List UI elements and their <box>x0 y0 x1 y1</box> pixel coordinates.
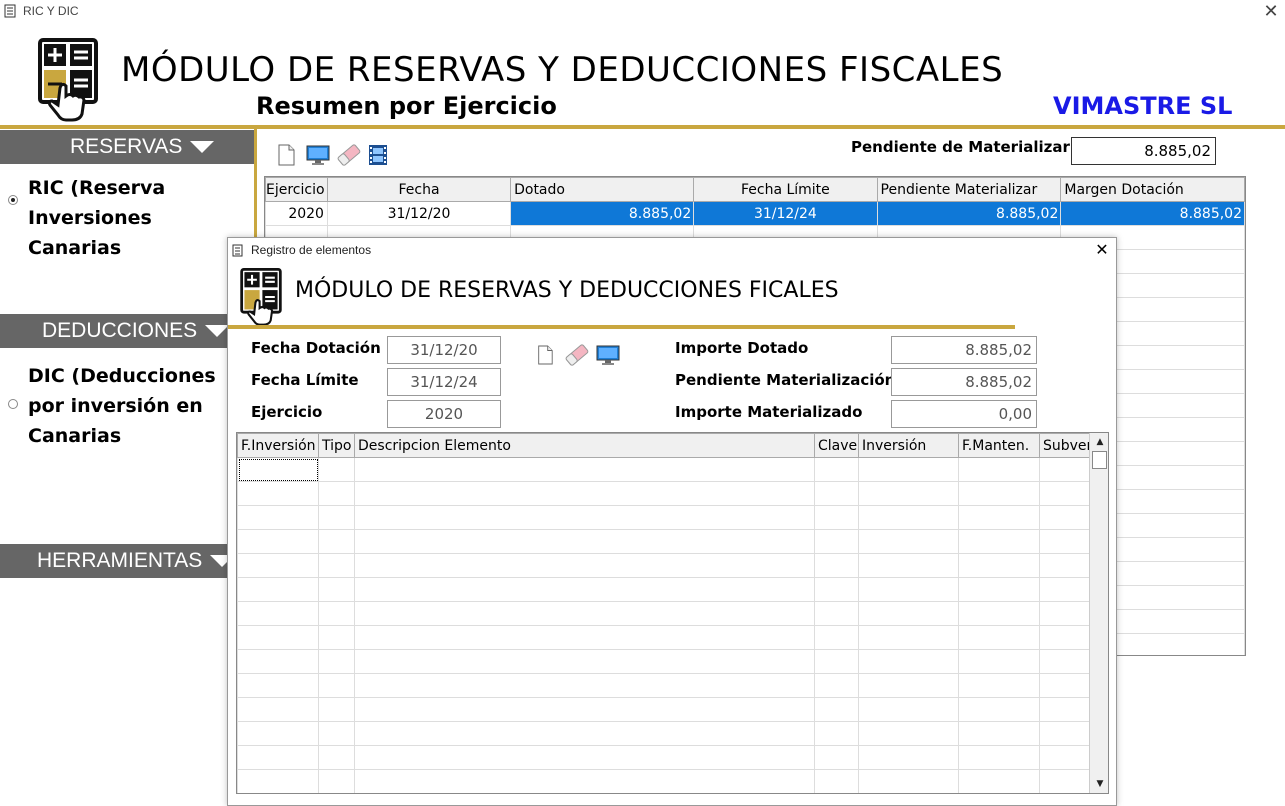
pendiente-label: Pendiente de Materializar <box>851 138 1070 156</box>
scroll-thumb[interactable] <box>1092 451 1107 469</box>
fecha-limite-field[interactable]: 31/12/24 <box>387 368 501 396</box>
col-header-fecha-limite[interactable]: Fecha Límite <box>693 177 878 202</box>
table-row[interactable] <box>237 457 1105 482</box>
monitor-icon[interactable] <box>596 344 620 366</box>
table-row[interactable] <box>237 553 1105 578</box>
new-document-icon[interactable] <box>536 344 554 366</box>
sidebar-item-dic[interactable]: DIC (Deducciones por inversión en Canari… <box>28 361 226 451</box>
grid-header-row: Ejercicio Fecha Dotado Fecha Límite Pend… <box>265 177 1245 202</box>
sidebar-section-label: HERRAMIENTAS <box>37 549 203 572</box>
col-header-dotado[interactable]: Dotado <box>510 177 695 202</box>
table-row[interactable] <box>237 625 1105 650</box>
col-header-descripcion[interactable]: Descripcion Elemento <box>354 433 815 458</box>
cell-margen-dotacion[interactable]: 8.885,02 <box>1060 201 1245 226</box>
fecha-dotacion-label: Fecha Dotación <box>251 339 381 357</box>
window-titlebar: RIC Y DIC ✕ <box>0 0 1285 24</box>
table-row[interactable] <box>237 505 1105 530</box>
dialog-divider <box>228 325 1015 329</box>
pendiente-materializacion-field[interactable]: 8.885,02 <box>891 368 1037 396</box>
sidebar-item-ric[interactable]: RIC (Reserva Inversiones Canarias <box>28 173 238 263</box>
vertical-scrollbar[interactable]: ▲ ▼ <box>1089 433 1108 793</box>
registro-elementos-dialog: Registro de elementos ✕ MÓDULO DE RESERV… <box>227 237 1117 806</box>
header-divider <box>0 125 1285 129</box>
elementos-grid[interactable]: F.Inversión Tipo Descripcion Elemento Cl… <box>236 432 1109 794</box>
app-icon <box>4 4 16 18</box>
col-header-f-manten[interactable]: F.Manten. <box>958 433 1040 458</box>
col-header-ejercicio[interactable]: Ejercicio <box>265 177 328 202</box>
sidebar-section-herramientas[interactable]: HERRAMIENTAS <box>0 544 235 578</box>
table-row[interactable] <box>237 769 1105 793</box>
table-row[interactable] <box>237 601 1105 626</box>
app-icon <box>232 244 243 257</box>
chevron-down-icon <box>190 141 215 154</box>
ejercicio-field[interactable]: 2020 <box>387 400 501 428</box>
col-header-f-inversion[interactable]: F.Inversión <box>237 433 319 458</box>
cell-pendiente-materializar[interactable]: 8.885,02 <box>876 201 1062 226</box>
col-header-pendiente-materializar[interactable]: Pendiente Materializar <box>876 177 1062 202</box>
ejercicio-label: Ejercicio <box>251 403 323 421</box>
chevron-down-icon <box>205 325 230 338</box>
table-row[interactable] <box>237 577 1105 602</box>
table-row[interactable] <box>237 697 1105 722</box>
sidebar-section-label: RESERVAS <box>70 135 183 158</box>
fecha-limite-label: Fecha Límite <box>251 371 359 389</box>
col-header-fecha[interactable]: Fecha <box>326 177 512 202</box>
sidebar-section-reservas[interactable]: RESERVAS <box>0 130 254 164</box>
dialog-title: Registro de elementos <box>251 243 372 257</box>
col-header-tipo[interactable]: Tipo <box>318 433 355 458</box>
page-title: MÓDULO DE RESERVAS Y DEDUCCIONES FISCALE… <box>121 50 1004 90</box>
fecha-dotacion-field[interactable]: 31/12/20 <box>387 336 501 364</box>
pendiente-field[interactable]: 8.885,02 <box>1071 137 1216 165</box>
page-subtitle: Resumen por Ejercicio <box>256 92 557 120</box>
eraser-icon[interactable] <box>336 144 362 166</box>
table-row[interactable] <box>237 721 1105 746</box>
table-row[interactable]: 2020 31/12/20 8.885,02 31/12/24 8.885,02… <box>265 201 1245 226</box>
radio-dic[interactable] <box>8 399 18 409</box>
window-title: RIC Y DIC <box>23 4 79 18</box>
col-header-inversion[interactable]: Inversión <box>858 433 959 458</box>
cell-fecha-limite[interactable]: 31/12/24 <box>693 201 878 226</box>
cell-ejercicio[interactable]: 2020 <box>265 201 328 226</box>
col-header-margen-dotacion[interactable]: Margen Dotación <box>1060 177 1245 202</box>
monitor-icon[interactable] <box>306 144 330 166</box>
col-header-clave[interactable]: Clave <box>814 433 859 458</box>
close-window-button[interactable]: ✕ <box>1258 0 1284 24</box>
sidebar-section-label: DEDUCCIONES <box>42 319 198 342</box>
calculator-logo-icon <box>38 38 98 122</box>
pendiente-materializacion-label: Pendiente Materialización <box>675 371 896 389</box>
cell-fecha[interactable]: 31/12/20 <box>326 201 512 226</box>
table-row[interactable] <box>237 745 1105 770</box>
close-dialog-button[interactable]: ✕ <box>1090 238 1114 262</box>
film-icon[interactable] <box>368 144 388 166</box>
table-row[interactable] <box>237 529 1105 554</box>
radio-ric[interactable] <box>8 195 18 205</box>
cell-dotado[interactable]: 8.885,02 <box>510 201 695 226</box>
company-name: VIMASTRE SL <box>1053 92 1233 120</box>
grid-header-row: F.Inversión Tipo Descripcion Elemento Cl… <box>237 433 1105 458</box>
new-document-icon[interactable] <box>276 144 296 166</box>
table-row[interactable] <box>237 673 1105 698</box>
calculator-logo-icon <box>240 268 282 326</box>
sidebar-divider <box>254 129 257 239</box>
eraser-icon[interactable] <box>564 344 590 366</box>
scroll-up-icon[interactable]: ▲ <box>1090 433 1108 451</box>
table-row[interactable] <box>237 649 1105 674</box>
table-row[interactable] <box>237 481 1105 506</box>
importe-materializado-label: Importe Materializado <box>675 403 863 421</box>
importe-dotado-field[interactable]: 8.885,02 <box>891 336 1037 364</box>
sidebar-section-deducciones[interactable]: DEDUCCIONES <box>0 314 230 348</box>
importe-materializado-field[interactable]: 0,00 <box>891 400 1037 428</box>
scroll-down-icon[interactable]: ▼ <box>1090 775 1108 793</box>
dialog-module-title: MÓDULO DE RESERVAS Y DEDUCCIONES FICALES <box>295 278 839 303</box>
importe-dotado-label: Importe Dotado <box>675 339 809 357</box>
